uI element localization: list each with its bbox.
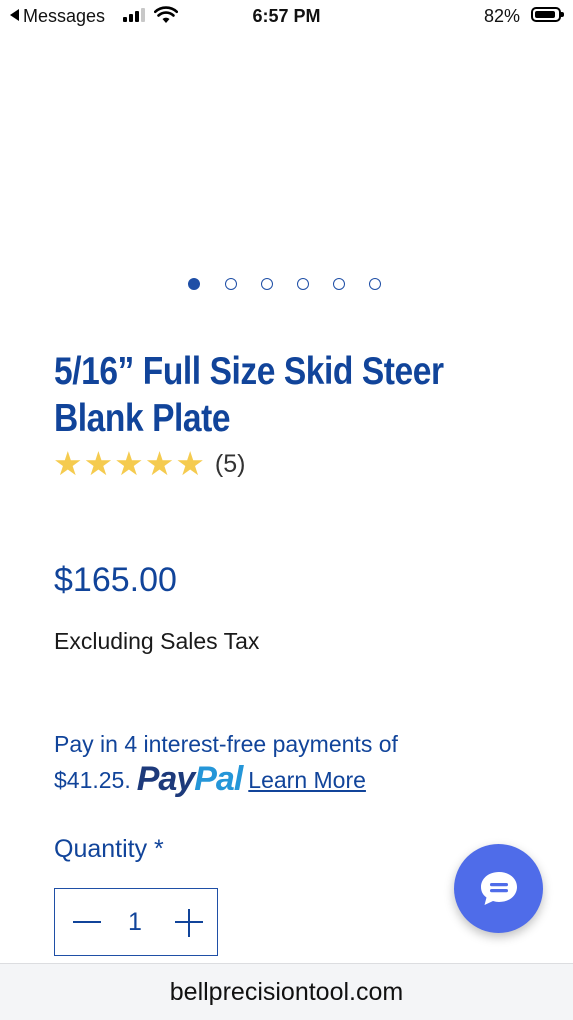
decrement-button[interactable]	[73, 921, 101, 923]
carousel-dot-6[interactable]	[369, 278, 381, 290]
chat-icon	[481, 872, 517, 905]
carousel-dot-5[interactable]	[333, 278, 345, 290]
paypal-text: Pay in 4 interest-free payments of	[54, 731, 398, 757]
product-title-line2: Blank Plate	[54, 397, 231, 440]
carousel-dot-4[interactable]	[297, 278, 309, 290]
battery-icon	[531, 7, 564, 22]
browser-url-bar[interactable]: bellprecisiontool.com	[0, 963, 573, 1020]
product-rating[interactable]: ★★★★★ (5)	[53, 447, 245, 481]
product-title: 5/16” Full Size Skid Steer Blank Plate	[54, 348, 518, 442]
chat-button[interactable]	[454, 844, 543, 933]
tax-note: Excluding Sales Tax	[54, 628, 260, 654]
product-price: $165.00	[54, 561, 177, 599]
carousel-dot-1[interactable]	[188, 278, 200, 290]
paypal-pay-in-4: Pay in 4 interest-free payments of $41.2…	[54, 727, 524, 798]
learn-more-link[interactable]: Learn More	[248, 767, 366, 793]
star-rating-icon: ★★★★★	[53, 445, 206, 482]
product-title-line1: 5/16” Full Size Skid Steer	[54, 350, 444, 393]
status-bar: Messages 6:57 PM 82%	[0, 0, 573, 34]
review-count: (5)	[214, 450, 246, 478]
paypal-installment: $41.25.	[54, 767, 131, 793]
quantity-label: Quantity *	[54, 835, 164, 863]
carousel-dot-2[interactable]	[225, 278, 237, 290]
carousel-pagination	[188, 278, 388, 294]
paypal-logo: PayPal	[136, 760, 244, 798]
quantity-stepper: 1	[54, 888, 218, 956]
battery-percent: 82%	[483, 6, 520, 26]
carousel-dot-3[interactable]	[261, 278, 273, 290]
quantity-value[interactable]: 1	[115, 907, 155, 937]
url-text: bellprecisiontool.com	[169, 978, 404, 1006]
